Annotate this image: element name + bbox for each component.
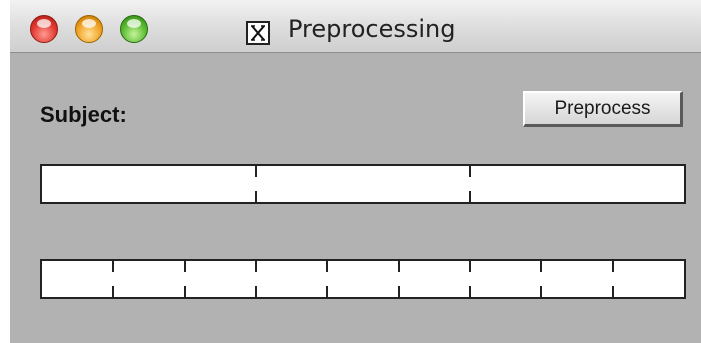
progress-bar-bottom-tick (612, 261, 614, 272)
progress-bar-top-tick (255, 191, 257, 202)
preprocessing-window: Preprocessing Subject: Preprocess (10, 0, 701, 343)
zoom-button[interactable] (120, 15, 148, 43)
progress-bar-bottom-tick (326, 286, 328, 297)
close-button[interactable] (30, 15, 58, 43)
progress-bar-bottom-tick (112, 286, 114, 297)
progress-bar-bottom-tick (326, 261, 328, 272)
title-bar[interactable]: Preprocessing (10, 0, 701, 53)
progress-bar-bottom-tick (255, 261, 257, 272)
x11-icon (246, 21, 270, 45)
progress-bar-bottom (40, 259, 686, 299)
subject-label: Subject: (40, 102, 127, 127)
progress-bar-top-tick (255, 166, 257, 177)
progress-bar-bottom-tick (469, 261, 471, 272)
progress-bar-bottom-tick (612, 286, 614, 297)
window-title: Preprocessing (288, 15, 456, 43)
preprocess-button[interactable]: Preprocess (523, 91, 683, 127)
progress-bar-bottom-tick (112, 261, 114, 272)
progress-bar-bottom-tick (540, 286, 542, 297)
progress-bar-bottom-tick (184, 261, 186, 272)
progress-bar-bottom-tick (398, 286, 400, 297)
progress-bar-bottom-tick (398, 261, 400, 272)
minimize-button[interactable] (75, 15, 103, 43)
progress-bar-bottom-tick (469, 286, 471, 297)
progress-bar-bottom-tick (255, 286, 257, 297)
progress-bar-bottom-tick (184, 286, 186, 297)
progress-bar-top-tick (469, 166, 471, 177)
progress-bar-bottom-tick (540, 261, 542, 272)
progress-bar-top (40, 164, 686, 204)
progress-bar-top-tick (469, 191, 471, 202)
